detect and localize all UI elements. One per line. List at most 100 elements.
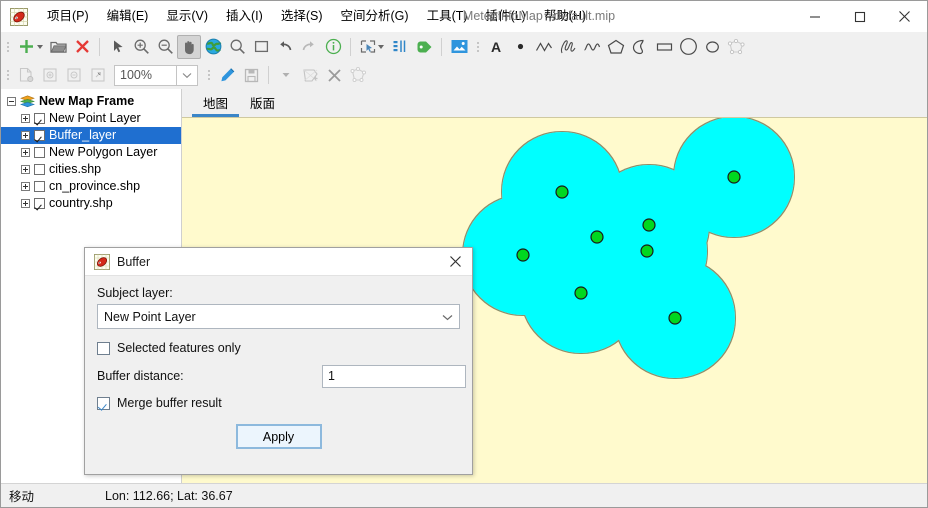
menu-insert[interactable]: 插入(I)	[217, 1, 272, 32]
expand-plus-icon[interactable]	[21, 165, 30, 174]
add-point-button[interactable]	[508, 35, 532, 59]
identify-button[interactable]	[321, 35, 345, 59]
chevron-down-icon	[36, 44, 43, 49]
add-polygon-button[interactable]	[604, 35, 628, 59]
select-features-button[interactable]	[356, 35, 388, 59]
layer-item-new-polygon-layer[interactable]: New Polygon Layer	[1, 144, 181, 161]
expand-plus-icon[interactable]	[21, 114, 30, 123]
layout-fit-button[interactable]	[86, 63, 110, 87]
menu-select[interactable]: 选择(S)	[272, 1, 332, 32]
dialog-close-button[interactable]	[438, 248, 472, 275]
add-text-button[interactable]: A	[484, 35, 508, 59]
page-gear-icon	[19, 67, 33, 83]
vertices-icon	[727, 38, 745, 54]
layout-image-button[interactable]	[447, 35, 471, 59]
open-project-button[interactable]	[46, 35, 70, 59]
attribute-table-button[interactable]	[388, 35, 412, 59]
layer-visibility-checkbox[interactable]	[34, 164, 45, 175]
add-freehand-button[interactable]	[556, 35, 580, 59]
layout-zoom-out-button[interactable]	[62, 63, 86, 87]
menu-tools[interactable]: 工具(T)	[418, 1, 477, 32]
tab-layout[interactable]: 版面	[239, 93, 286, 117]
layer-visibility-checkbox[interactable]	[34, 147, 45, 158]
chevron-down-icon	[378, 44, 384, 49]
add-polyline-button[interactable]	[532, 35, 556, 59]
toolbar-grip[interactable]	[3, 37, 12, 57]
menu-help[interactable]: 帮助(H)	[535, 1, 595, 32]
layer-item-new-point-layer[interactable]: New Point Layer	[1, 110, 181, 127]
edit-delete-feature-button[interactable]	[322, 63, 346, 87]
edit-reshape-button[interactable]	[346, 63, 370, 87]
dot-icon	[517, 43, 523, 50]
maximize-button[interactable]	[837, 1, 882, 32]
zoom-out-button[interactable]	[153, 35, 177, 59]
small-caret-icon	[282, 73, 290, 77]
add-ellipse-button[interactable]	[700, 35, 724, 59]
layer-tree-root[interactable]: New Map Frame	[1, 93, 181, 110]
layer-item-country-shp[interactable]: country.shp	[1, 195, 181, 212]
close-button[interactable]	[882, 1, 927, 32]
merge-buffer-result-label: Merge buffer result	[117, 396, 222, 410]
toolbar-grip[interactable]	[204, 65, 213, 85]
select-tool-button[interactable]	[105, 35, 129, 59]
toolbar-grip[interactable]	[473, 37, 482, 57]
meteoinfo-icon	[94, 253, 110, 270]
tab-map[interactable]: 地图	[192, 93, 240, 117]
undo-zoom-button[interactable]	[273, 35, 297, 59]
status-coordinates: Lon: 112.66; Lat: 36.67	[105, 488, 233, 503]
zoom-to-rect-button[interactable]	[249, 35, 273, 59]
remove-layer-button[interactable]	[70, 35, 94, 59]
add-layer-button[interactable]	[14, 35, 46, 59]
expand-plus-icon[interactable]	[21, 199, 30, 208]
menu-plugin[interactable]: 插件(L)	[477, 1, 535, 32]
toolbar-grip[interactable]	[3, 65, 12, 85]
apply-button[interactable]: Apply	[235, 424, 322, 449]
identify-zoom-button[interactable]	[225, 35, 249, 59]
zoom-level-dropdown[interactable]	[176, 64, 198, 86]
start-editing-button[interactable]	[215, 63, 239, 87]
layer-visibility-checkbox[interactable]	[34, 181, 45, 192]
save-edits-button[interactable]	[239, 63, 263, 87]
zoom-in-button[interactable]	[129, 35, 153, 59]
pan-tool-button[interactable]	[177, 34, 201, 59]
layers-icon	[20, 95, 35, 108]
zoom-level-combo[interactable]	[114, 64, 198, 86]
expand-plus-icon[interactable]	[21, 148, 30, 157]
layer-visibility-checkbox[interactable]	[34, 198, 45, 209]
menu-edit[interactable]: 编辑(E)	[98, 1, 158, 32]
add-rectangle-button[interactable]	[652, 35, 676, 59]
page-zoom-out-icon	[67, 68, 81, 82]
layer-visibility-checkbox[interactable]	[34, 113, 45, 124]
selected-features-only-row[interactable]: Selected features only	[97, 341, 460, 355]
menu-spatial-analysis[interactable]: 空间分析(G)	[332, 1, 418, 32]
selected-features-only-checkbox[interactable]	[97, 341, 110, 355]
menu-view[interactable]: 显示(V)	[157, 1, 217, 32]
label-features-button[interactable]	[412, 35, 436, 59]
zoom-level-input[interactable]	[114, 64, 176, 86]
merge-buffer-result-row[interactable]: Merge buffer result	[97, 396, 460, 410]
layer-label: New Point Layer	[49, 111, 141, 125]
new-layout-button[interactable]	[14, 63, 38, 87]
redo-zoom-button[interactable]	[297, 35, 321, 59]
edit-vertices-button[interactable]	[724, 35, 748, 59]
layer-item-buffer-layer[interactable]: Buffer_layer	[1, 127, 181, 144]
layer-item-cn-province-shp[interactable]: cn_province.shp	[1, 178, 181, 195]
merge-buffer-result-checkbox[interactable]	[97, 396, 110, 410]
add-circle-button[interactable]	[676, 35, 700, 59]
polyline-icon	[535, 41, 552, 52]
edit-add-feature-button[interactable]	[298, 63, 322, 87]
layer-item-cities-shp[interactable]: cities.shp	[1, 161, 181, 178]
buffer-distance-input[interactable]	[322, 364, 466, 388]
full-extent-button[interactable]	[201, 35, 225, 59]
minimize-button[interactable]	[792, 1, 837, 32]
layer-visibility-checkbox[interactable]	[34, 130, 45, 141]
add-curve-button[interactable]	[580, 35, 604, 59]
edit-tool-dropdown[interactable]	[274, 63, 298, 87]
collapse-minus-icon[interactable]	[7, 97, 16, 106]
expand-plus-icon[interactable]	[21, 131, 30, 140]
add-curve-polygon-button[interactable]	[628, 35, 652, 59]
subject-layer-combo[interactable]: New Point Layer	[97, 304, 460, 329]
menu-project[interactable]: 项目(P)	[38, 1, 98, 32]
layout-zoom-in-button[interactable]	[38, 63, 62, 87]
expand-plus-icon[interactable]	[21, 182, 30, 191]
